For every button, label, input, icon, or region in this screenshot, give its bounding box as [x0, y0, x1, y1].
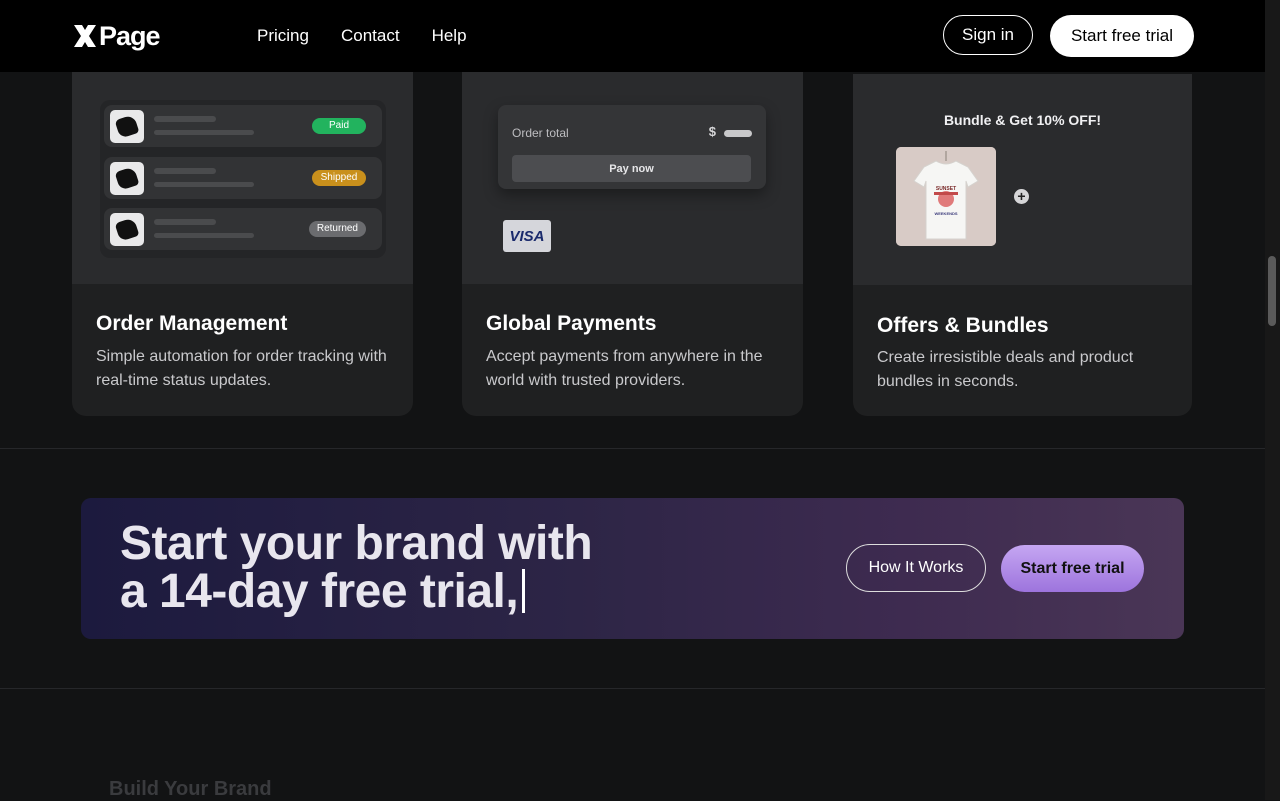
checkout-panel: Order total $ Pay now — [498, 105, 766, 189]
tshirt-icon: SUNSET WEEKENDS — [896, 147, 996, 246]
cta-banner: Start your brand with a 14-day free tria… — [81, 498, 1184, 639]
offers-illustration: Bundle & Get 10% OFF! SUNSET WEEKENDS + — [853, 74, 1192, 285]
scrollbar-thumb[interactable] — [1268, 256, 1276, 326]
status-badge-paid: Paid — [312, 118, 366, 134]
nav-link-contact[interactable]: Contact — [341, 26, 400, 46]
x-logo-icon — [74, 25, 96, 47]
logo-text: Page — [99, 21, 161, 51]
nav-link-help[interactable]: Help — [432, 26, 467, 46]
section-title: Build Your Brand — [109, 778, 272, 800]
amount-placeholder — [724, 130, 752, 137]
section-divider — [0, 448, 1265, 449]
order-row: Paid — [104, 105, 382, 147]
sign-in-button[interactable]: Sign in — [943, 15, 1033, 55]
cta-start-free-trial-button[interactable]: Start free trial — [1001, 545, 1144, 592]
shirt-print-bottom: WEEKENDS — [934, 211, 957, 216]
page-scrollbar[interactable] — [1265, 0, 1280, 800]
card-description: Create irresistible deals and product bu… — [877, 349, 1134, 390]
nav-link-pricing[interactable]: Pricing — [257, 26, 309, 46]
header-start-free-trial-button[interactable]: Start free trial — [1050, 15, 1194, 57]
card-description: Simple automation for order tracking wit… — [96, 348, 387, 389]
order-list: Paid Shipped Returned — [100, 100, 386, 258]
order-total-label: Order total — [512, 126, 569, 140]
currency-symbol: $ — [708, 124, 716, 139]
visa-card-icon: VISA — [503, 220, 551, 252]
card-description: Accept payments from anywhere in the wor… — [486, 348, 763, 389]
product-thumbnail — [110, 110, 144, 143]
offer-heading: Bundle & Get 10% OFF! — [943, 112, 1102, 128]
main-nav: Pricing Contact Help — [257, 26, 467, 46]
shirt-print-top: SUNSET — [936, 186, 956, 192]
logo[interactable]: Page — [72, 21, 161, 51]
feature-card-order-management: Paid Shipped Returned Order Management S… — [72, 72, 413, 416]
product-thumbnail — [110, 162, 144, 195]
tshirt-product-image: SUNSET WEEKENDS — [896, 147, 996, 246]
order-row: Returned — [104, 208, 382, 250]
status-badge-shipped: Shipped — [312, 170, 366, 186]
cta-heading: Start your brand with a 14-day free tria… — [120, 520, 680, 616]
payments-illustration: Order total $ Pay now VISA — [462, 72, 803, 284]
order-management-illustration: Paid Shipped Returned — [72, 72, 413, 284]
plus-icon: + — [1014, 189, 1029, 204]
feature-card-global-payments: Order total $ Pay now VISA Global Paymen… — [462, 72, 803, 416]
how-it-works-button[interactable]: How It Works — [846, 544, 986, 592]
card-title: Global Payments — [486, 312, 657, 335]
pay-now-button: Pay now — [512, 155, 751, 182]
card-title: Offers & Bundles — [877, 314, 1049, 337]
cta-heading-line1: Start your brand with — [120, 517, 593, 570]
section-divider — [0, 688, 1265, 689]
status-badge-returned: Returned — [308, 221, 366, 237]
product-thumbnail — [110, 213, 144, 246]
text-cursor — [522, 569, 526, 613]
feature-card-offers-bundles: Bundle & Get 10% OFF! SUNSET WEEKENDS + … — [853, 74, 1192, 416]
top-navigation-bar: Page Pricing Contact Help Sign in Start … — [0, 0, 1265, 72]
card-title: Order Management — [96, 312, 288, 335]
cta-heading-line2: a 14-day free trial, — [120, 565, 519, 618]
order-row: Shipped — [104, 157, 382, 199]
